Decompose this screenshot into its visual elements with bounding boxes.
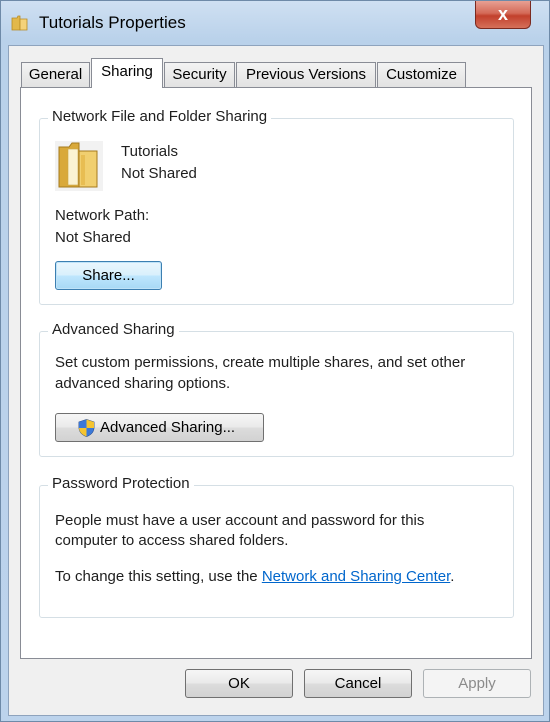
advanced-sharing-group: Advanced Sharing Set custom permissions,… [39, 321, 514, 457]
network-path-value: Not Shared [55, 229, 131, 246]
tab-sharing[interactable]: Sharing [91, 58, 163, 88]
sharing-tab-panel: Network File and Folder Sharing Tutorial… [20, 87, 532, 659]
password-change-hint: To change this setting, use the Network … [55, 568, 454, 585]
tab-customize[interactable]: Customize [377, 62, 466, 87]
title-bar[interactable]: Tutorials Properties x [1, 1, 549, 45]
folder-name: Tutorials [121, 143, 178, 160]
password-description-2: computer to access shared folders. [55, 532, 289, 549]
advanced-sharing-description-1: Set custom permissions, create multiple … [55, 354, 466, 371]
advanced-sharing-group-label: Advanced Sharing [48, 321, 179, 338]
folder-icon [11, 15, 28, 31]
advanced-sharing-description-2: advanced sharing options. [55, 375, 231, 392]
ok-button[interactable]: OK [185, 669, 293, 698]
password-change-trailing: . [450, 568, 455, 585]
folder-share-status: Not Shared [121, 165, 197, 182]
password-protection-group: Password Protection People must have a u… [39, 475, 514, 618]
uac-shield-icon [78, 419, 95, 437]
network-path-label: Network Path: [55, 207, 150, 224]
share-button[interactable]: Share... [55, 261, 162, 290]
tab-security[interactable]: Security [164, 62, 235, 87]
properties-dialog: Tutorials Properties x General Sharing S… [0, 0, 550, 722]
advanced-sharing-button[interactable]: Advanced Sharing... [55, 413, 264, 442]
tab-general[interactable]: General [21, 62, 90, 87]
advanced-sharing-button-label: Advanced Sharing... [100, 419, 236, 436]
password-change-text: To change this setting, use the [55, 568, 262, 585]
network-sharing-group: Network File and Folder Sharing Tutorial… [39, 108, 514, 305]
password-description-1: People must have a user account and pass… [55, 512, 425, 529]
tab-previous-versions[interactable]: Previous Versions [236, 62, 376, 87]
network-sharing-group-label: Network File and Folder Sharing [48, 108, 272, 125]
password-protection-group-label: Password Protection [48, 475, 194, 492]
cancel-button[interactable]: Cancel [304, 669, 412, 698]
close-icon: x [497, 4, 508, 24]
apply-button[interactable]: Apply [423, 669, 531, 698]
window-title: Tutorials Properties [39, 13, 186, 32]
dialog-client-area: General Sharing Security Previous Versio… [8, 45, 544, 716]
folder-icon [55, 141, 103, 191]
close-button[interactable]: x [475, 1, 531, 29]
network-sharing-center-link[interactable]: Network and Sharing Center [262, 568, 450, 585]
